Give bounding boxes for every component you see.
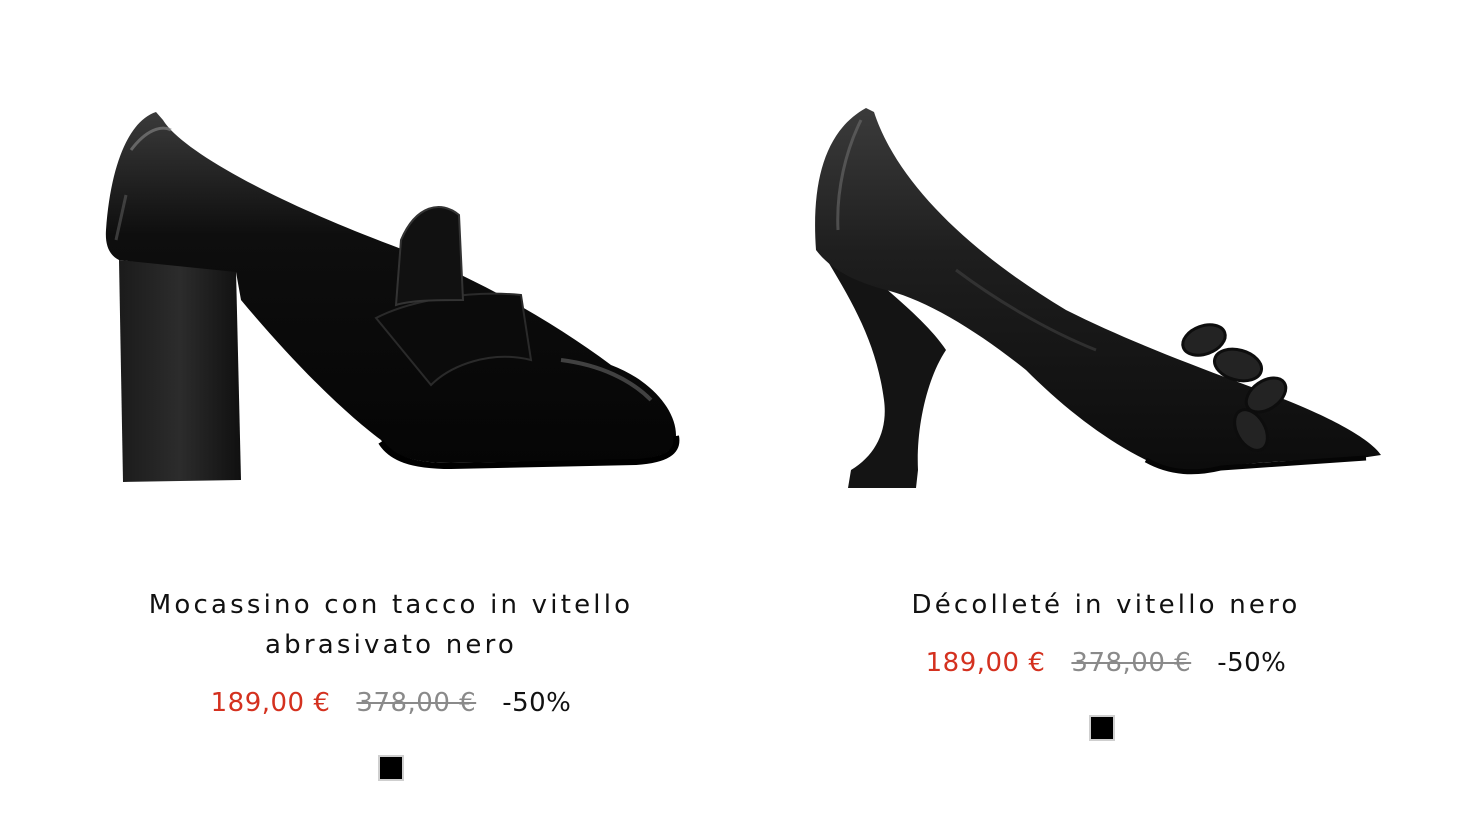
product-name-line-1: Mocassino con tacco in vitello xyxy=(148,590,634,620)
color-swatch-black[interactable] xyxy=(378,755,404,781)
sale-price: 189,00 € xyxy=(925,648,1046,678)
discount-badge: -50% xyxy=(502,688,572,718)
product-name-loafer[interactable]: Mocassino con tacco in vitello abrasivat… xyxy=(91,585,691,665)
discount-badge: -50% xyxy=(1217,648,1287,678)
loafer-shoe-image xyxy=(105,112,680,482)
pump-shoe-image xyxy=(815,108,1381,488)
price-row: 189,00 € 378,00 € -50% xyxy=(806,648,1406,678)
product-name-line-1: Décolleté in vitello nero xyxy=(911,590,1301,620)
product-card-loafer[interactable]: Mocassino con tacco in vitello abrasivat… xyxy=(91,0,691,781)
sale-price: 189,00 € xyxy=(210,688,331,718)
product-card-pump[interactable]: Décolleté in vitello nero 189,00 € 378,00… xyxy=(806,0,1406,741)
product-image-loafer[interactable] xyxy=(91,0,691,560)
original-price: 378,00 € xyxy=(1071,648,1192,678)
original-price: 378,00 € xyxy=(356,688,477,718)
product-name-line-2: abrasivato nero xyxy=(264,630,517,660)
product-name-pump[interactable]: Décolleté in vitello nero xyxy=(806,585,1406,625)
product-image-pump[interactable] xyxy=(806,0,1406,560)
price-row: 189,00 € 378,00 € -50% xyxy=(91,688,691,718)
color-swatch-black[interactable] xyxy=(1089,715,1115,741)
